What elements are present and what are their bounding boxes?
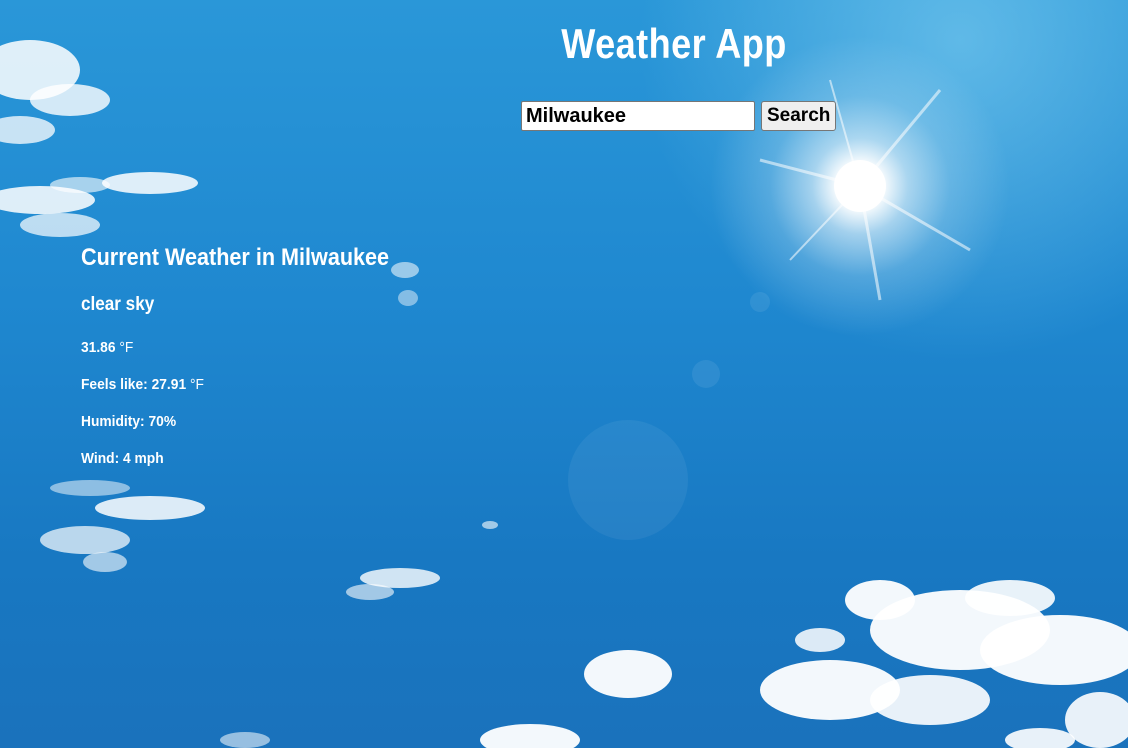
cloud-bottom-right bbox=[760, 580, 1128, 748]
feels-like-reading: Feels like: 27.91 °F bbox=[81, 375, 396, 412]
search-button[interactable]: Search bbox=[761, 101, 837, 131]
temperature-value: 31.86 bbox=[81, 339, 116, 356]
feels-like-label: Feels like: bbox=[81, 376, 148, 393]
temperature-reading: 31.86 °F bbox=[81, 338, 396, 375]
cloud-bottom-left bbox=[40, 480, 205, 572]
search-bar: Search bbox=[521, 101, 837, 131]
temperature-unit: °F bbox=[119, 339, 134, 356]
cloud-top-left bbox=[0, 40, 198, 237]
weather-description: clear sky bbox=[81, 294, 155, 315]
cloud-bottom-center bbox=[220, 650, 672, 748]
feels-like-unit: °F bbox=[189, 376, 204, 393]
current-weather-panel: Current Weather in Milwaukee clear sky 3… bbox=[81, 244, 423, 486]
cloud-center-small bbox=[346, 521, 498, 600]
feels-like-value: 27.91 bbox=[151, 376, 187, 393]
weather-heading: Current Weather in Milwaukee bbox=[81, 244, 390, 271]
wind-reading: Wind: 4 mph bbox=[81, 450, 164, 467]
humidity-reading: Humidity: 70% bbox=[81, 413, 177, 430]
search-input[interactable] bbox=[521, 101, 755, 131]
page-title: Weather App bbox=[561, 20, 787, 67]
